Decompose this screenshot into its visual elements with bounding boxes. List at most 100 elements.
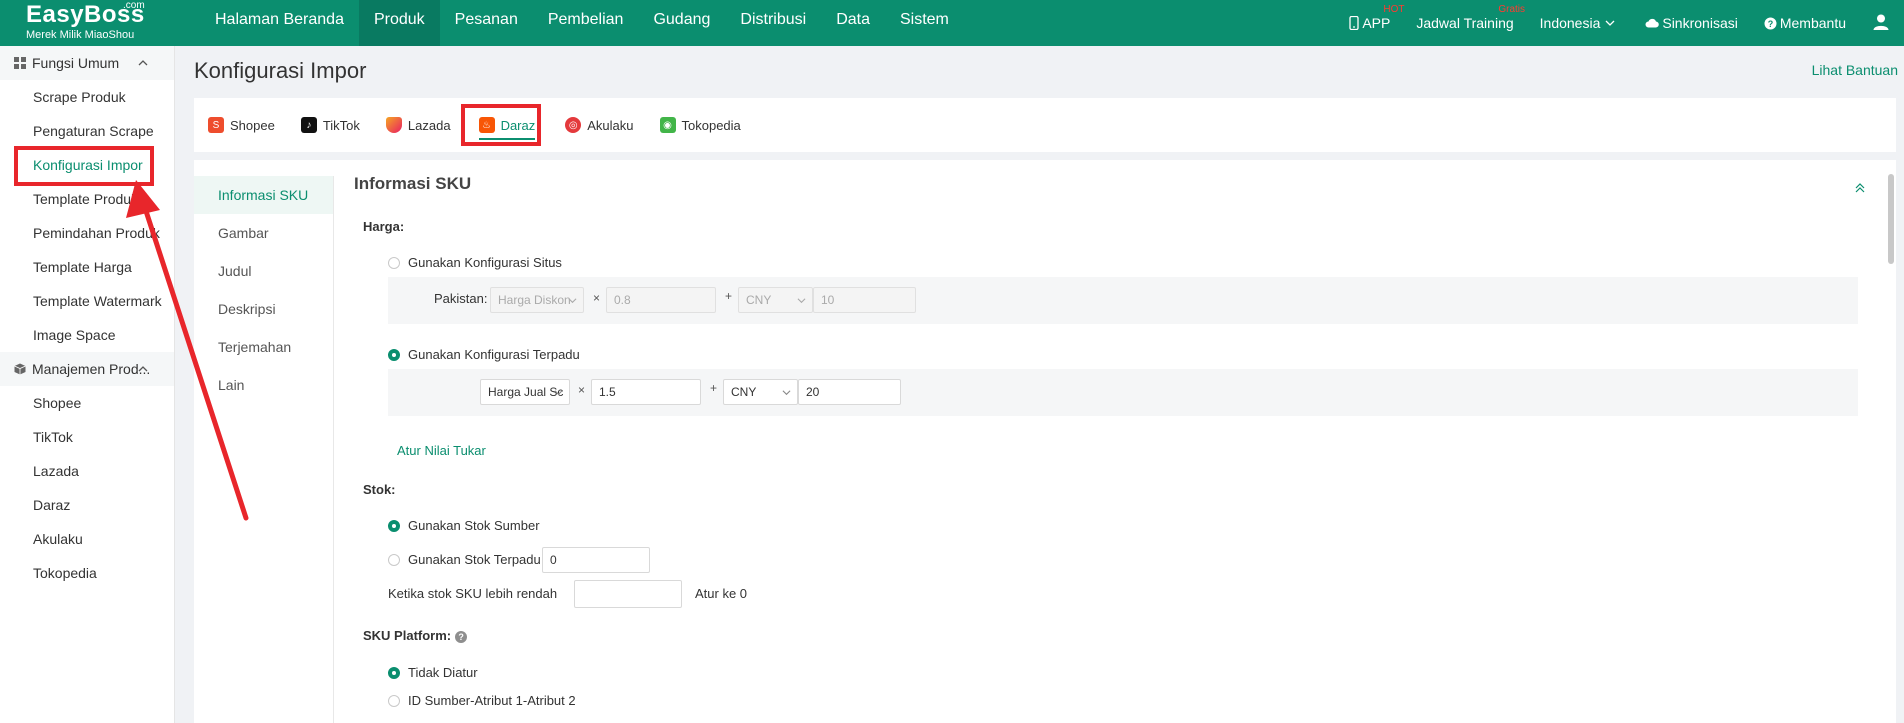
subnav-description[interactable]: Deskripsi — [194, 290, 333, 328]
section-subnav: Informasi SKU Gambar Judul Deskripsi Ter… — [194, 176, 334, 723]
sync-label: Sinkronisasi — [1662, 15, 1738, 31]
help-label: Membantu — [1779, 15, 1846, 31]
radio-label: Gunakan Konfigurasi Situs — [408, 255, 562, 270]
radio-circle — [388, 348, 400, 361]
phone-icon — [1349, 16, 1359, 30]
nav-item-home[interactable]: Halaman Beranda — [200, 0, 359, 46]
nav-item-purchasing[interactable]: Pembelian — [533, 0, 639, 46]
platform-sku-text: SKU Platform: — [363, 628, 452, 643]
view-help-link[interactable]: Lihat Bantuan — [1812, 62, 1898, 78]
chevron-down-icon — [1605, 20, 1615, 26]
subnav-images[interactable]: Gambar — [194, 214, 333, 252]
help-circle-icon[interactable]: ? — [455, 630, 468, 643]
sidebar-item-image-space[interactable]: Image Space — [0, 318, 174, 352]
site-currency-select[interactable]: CNY — [738, 287, 813, 313]
site-price-type-select[interactable]: Harga Diskon — [490, 287, 584, 313]
sidebar-item-tokopedia[interactable]: Tokopedia — [0, 556, 174, 590]
sidebar-item-akulaku[interactable]: Akulaku — [0, 522, 174, 556]
sidebar-group-label: Manajemen Prod... — [32, 361, 151, 377]
sidebar-item-scrape-settings[interactable]: Pengaturan Scrape — [0, 114, 174, 148]
tab-tokopedia[interactable]: ◉ Tokopedia — [659, 108, 741, 142]
tab-shopee[interactable]: S Shopee — [208, 108, 275, 142]
platform-sku-label: SKU Platform:? — [363, 628, 468, 643]
radio-label: Tidak Diatur — [408, 665, 478, 680]
sidebar-item-import-config[interactable]: Konfigurasi Impor — [0, 148, 174, 182]
sidebar-item-watermark-template[interactable]: Template Watermark — [0, 284, 174, 318]
nav-item-products[interactable]: Produk — [358, 0, 440, 46]
radio-source-stock[interactable]: Gunakan Stok Sumber — [388, 518, 540, 533]
subnav-title[interactable]: Judul — [194, 252, 333, 290]
cube-icon — [14, 363, 26, 375]
chevron-down-icon — [782, 390, 791, 396]
tab-lazada[interactable]: Lazada — [385, 108, 451, 142]
sidebar-item-lazada[interactable]: Lazada — [0, 454, 174, 488]
unified-add-input[interactable]: 20 — [798, 379, 901, 405]
nav-item-orders[interactable]: Pesanan — [440, 0, 533, 46]
sidebar-group-common[interactable]: Fungsi Umum — [0, 46, 174, 80]
tab-label: TikTok — [322, 117, 360, 133]
price-label: Harga: — [363, 219, 405, 234]
radio-unified-stock[interactable]: Gunakan Stok Terpadu — [388, 552, 541, 567]
radio-label: Gunakan Konfigurasi Terpadu — [408, 347, 580, 362]
tiktok-note-icon: ♪ — [300, 117, 317, 133]
radio-site-config[interactable]: Gunakan Konfigurasi Situs — [388, 255, 562, 270]
user-avatar[interactable] — [1872, 13, 1890, 34]
brand-tagline: Merek Milik MiaoShou — [26, 29, 135, 41]
sidebar-group-product-management[interactable]: Manajemen Prod... — [0, 352, 174, 386]
sidebar-item-product-transfer[interactable]: Pemindahan Produk — [0, 216, 174, 250]
nav-item-data[interactable]: Data — [821, 0, 885, 46]
radio-label: Gunakan Stok Terpadu — [408, 552, 541, 567]
nav-item-system[interactable]: Sistem — [885, 0, 964, 46]
radio-unified-config[interactable]: Gunakan Konfigurasi Terpadu — [388, 347, 580, 362]
help-button[interactable]: ? Membantu — [1764, 15, 1846, 31]
radio-circle — [388, 519, 400, 532]
sidebar-item-product-template[interactable]: Template Produk — [0, 182, 174, 216]
subnav-translation[interactable]: Terjemahan — [194, 328, 333, 366]
chevron-down-icon — [568, 298, 577, 304]
sidebar-item-daraz[interactable]: Daraz — [0, 488, 174, 522]
times-sign: × — [593, 291, 601, 305]
exchange-rate-link[interactable]: Atur Nilai Tukar — [397, 443, 486, 458]
stock-label: Stok: — [363, 482, 396, 497]
nav-item-distribution[interactable]: Distribusi — [725, 0, 821, 46]
sync-button[interactable]: Sinkronisasi — [1645, 15, 1738, 31]
unified-currency-select[interactable]: CNY — [723, 379, 798, 405]
nav-item-warehouse[interactable]: Gudang — [638, 0, 725, 46]
chevron-down-icon — [797, 298, 806, 304]
double-chevron-up-icon[interactable] — [1854, 182, 1866, 194]
sidebar-item-tiktok[interactable]: TikTok — [0, 420, 174, 454]
unified-multiplier-input[interactable]: 1.5 — [591, 379, 701, 405]
sidebar-item-price-template[interactable]: Template Harga — [0, 250, 174, 284]
training-label: Jadwal Training — [1416, 15, 1514, 31]
app-label: APP — [1362, 15, 1391, 31]
radio-circle — [388, 694, 400, 707]
brand-logo[interactable]: EasyBoss .com Merek Milik MiaoShou — [0, 0, 175, 46]
grid-icon — [14, 57, 26, 69]
vertical-scrollbar[interactable] — [1888, 174, 1894, 264]
unified-stock-input[interactable]: 0 — [542, 547, 650, 573]
tab-daraz[interactable]: ♨ Daraz — [478, 108, 535, 142]
unified-price-type-select[interactable]: Harga Jual Sc — [480, 379, 570, 405]
language-select[interactable]: Indonesia — [1540, 15, 1620, 31]
sidebar-item-scrape-products[interactable]: Scrape Produk — [0, 80, 174, 114]
site-add-input[interactable]: 10 — [813, 287, 916, 313]
app-button[interactable]: APP HOT — [1349, 4, 1404, 31]
tab-akulaku[interactable]: ◎ Akulaku — [565, 108, 634, 142]
plus-sign: + — [725, 289, 733, 303]
tab-tiktok[interactable]: ♪ TikTok — [300, 108, 360, 142]
sidebar-item-shopee[interactable]: Shopee — [0, 386, 174, 420]
platform-tabs: S Shopee ♪ TikTok Lazada ♨ Daraz ◎ Akula… — [194, 98, 1896, 152]
low-stock-input[interactable] — [574, 580, 682, 608]
main-nav: Halaman Beranda Produk Pesanan Pembelian… — [200, 0, 964, 46]
radio-source-id-attr[interactable]: ID Sumber-Atribut 1-Atribut 2 — [388, 693, 576, 708]
subnav-other[interactable]: Lain — [194, 366, 333, 404]
hot-badge: HOT — [1383, 4, 1405, 15]
site-multiplier-input[interactable]: 0.8 — [606, 287, 716, 313]
radio-circle — [388, 553, 400, 566]
tokopedia-owl-icon: ◉ — [659, 117, 676, 133]
top-navbar: EasyBoss .com Merek Milik MiaoShou Halam… — [0, 0, 1904, 46]
page-title: Konfigurasi Impor — [194, 58, 367, 83]
radio-not-set[interactable]: Tidak Diatur — [388, 665, 478, 680]
subnav-sku-info[interactable]: Informasi SKU — [194, 176, 333, 214]
training-button[interactable]: Jadwal Training Gratis — [1416, 4, 1525, 31]
